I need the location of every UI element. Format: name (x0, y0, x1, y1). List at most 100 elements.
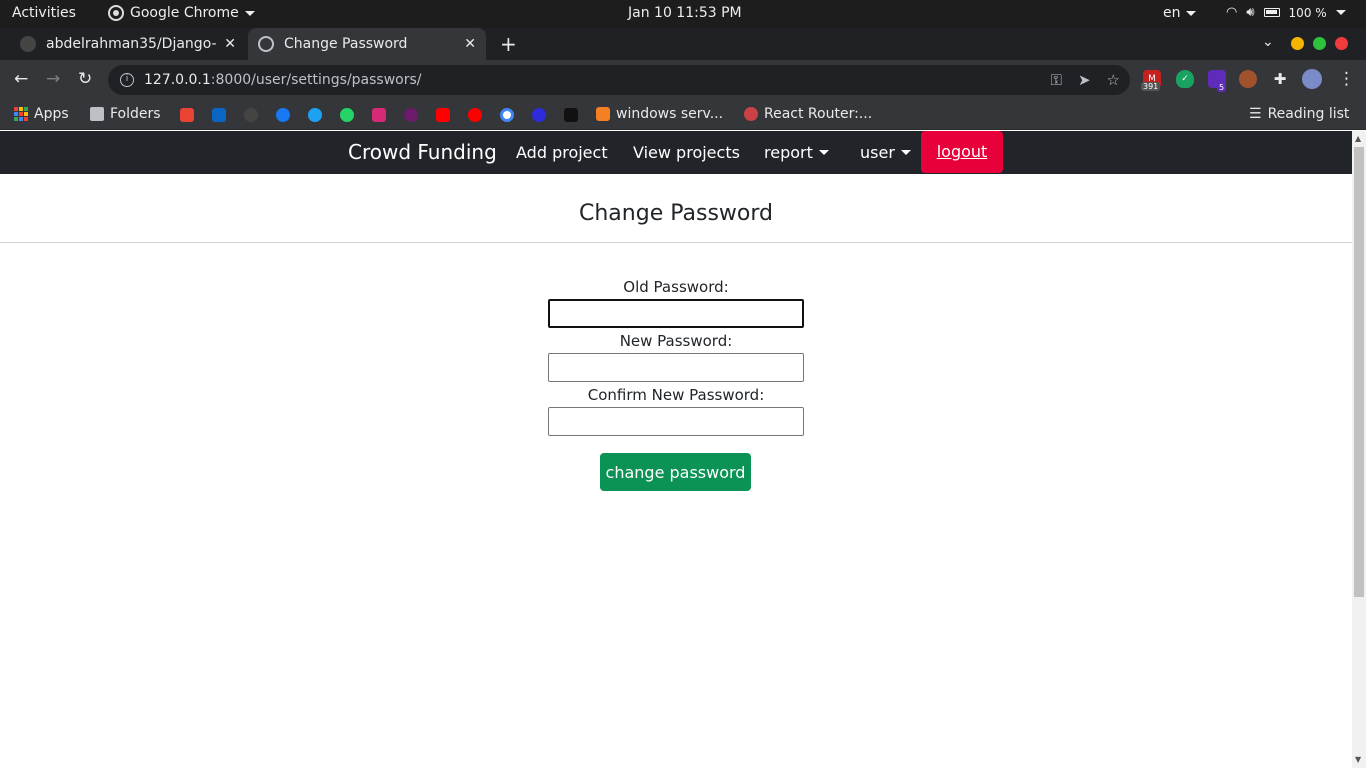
scroll-up-icon[interactable]: ▲ (1355, 134, 1361, 143)
bookmark-purple-icon[interactable] (404, 108, 418, 122)
minimize-button[interactable] (1291, 37, 1304, 50)
reload-icon[interactable]: ↻ (78, 69, 92, 89)
language-selector[interactable]: en (1163, 5, 1196, 21)
send-icon[interactable]: ➤ (1078, 71, 1091, 89)
tab-title: abdelrahman35/Django-p (46, 36, 217, 52)
chevron-down-icon (1335, 10, 1346, 15)
old-password-field[interactable] (548, 299, 804, 328)
page-scrollbar[interactable]: ▲ ▼ (1352, 131, 1366, 768)
youtube-icon[interactable] (436, 108, 450, 122)
c-icon[interactable] (532, 108, 546, 122)
nav-report-dropdown[interactable]: report (764, 143, 829, 162)
activities-button[interactable]: Activities (12, 5, 76, 21)
chevron-down-icon (244, 10, 255, 16)
back-icon[interactable]: ← (14, 69, 28, 89)
new-password-field[interactable] (548, 353, 804, 382)
chrome-icon (108, 5, 124, 21)
close-icon[interactable]: ✕ (224, 36, 236, 52)
brand-link[interactable]: Crowd Funding (348, 140, 497, 164)
nav-view-projects[interactable]: View projects (633, 143, 740, 162)
menu-icon[interactable]: ⋮ (1338, 69, 1355, 89)
battery-icon (1263, 8, 1280, 17)
bookmark-label: React Router:... (764, 106, 873, 122)
tab-title: Change Password (284, 36, 408, 52)
logout-button[interactable]: logout (921, 131, 1003, 173)
confirm-password-label: Confirm New Password: (587, 386, 765, 404)
google-icon[interactable] (500, 108, 514, 122)
react-router-icon (744, 107, 758, 121)
address-bar[interactable]: i 127.0.0.1 :8000/user/settings/passwors… (108, 65, 1130, 95)
bookmark-windows-serv[interactable]: windows serv... (596, 106, 723, 122)
app-menu[interactable]: Google Chrome (108, 5, 255, 21)
wifi-icon: ◠ (1226, 5, 1238, 20)
nav-label: View projects (633, 143, 740, 162)
reading-list[interactable]: ☰ Reading list (1249, 106, 1349, 122)
bookmark-label: windows serv... (616, 106, 724, 122)
scrollbar-thumb[interactable] (1354, 147, 1364, 597)
reading-list-label: Reading list (1267, 106, 1350, 122)
volume-icon: 🔊︎ (1246, 5, 1255, 20)
divider (0, 242, 1352, 243)
instagram-icon[interactable] (372, 108, 386, 122)
tab-search-icon[interactable]: ⌄ (1262, 34, 1274, 50)
app-name: Google Chrome (130, 5, 239, 21)
key-icon[interactable]: ⚿ (1051, 71, 1062, 89)
whatsapp-icon[interactable] (340, 108, 354, 122)
puzzle-icon[interactable]: ✚ (1271, 70, 1289, 88)
shield-icon[interactable]: ✓ (1176, 70, 1194, 88)
globe-icon (258, 36, 274, 52)
nav-label: Add project (516, 143, 608, 162)
linkedin-icon[interactable] (212, 108, 226, 122)
facebook-icon[interactable] (276, 108, 290, 122)
cowboy-icon[interactable] (1239, 70, 1257, 88)
github-icon[interactable] (244, 108, 258, 122)
chevron-down-icon (900, 150, 911, 155)
bookmark-folders[interactable]: Folders (90, 106, 161, 122)
info-icon[interactable]: i (120, 73, 134, 87)
web-page: Crowd Funding Add project View projects … (0, 131, 1352, 768)
chevron-down-icon (818, 150, 829, 155)
new-tab-icon[interactable]: + (500, 32, 517, 56)
language-label: en (1163, 5, 1181, 21)
bookmarks-bar: Apps Folders windows serv... React Route… (0, 100, 1366, 130)
bookmark-apps[interactable]: Apps (14, 106, 69, 122)
change-password-button[interactable]: change password (600, 453, 751, 491)
url-host: 127.0.0.1 (144, 72, 211, 88)
star-icon[interactable]: ☆ (1107, 71, 1120, 89)
maximize-button[interactable] (1313, 37, 1326, 50)
bookmark-react-router[interactable]: React Router:... (744, 106, 872, 122)
bookmark-label: Apps (34, 106, 69, 122)
forward-icon[interactable]: → (46, 69, 60, 89)
youtube-music-icon[interactable] (468, 108, 482, 122)
close-window-button[interactable] (1335, 37, 1348, 50)
old-password-label: Old Password: (623, 278, 729, 296)
apps-icon (14, 107, 28, 121)
system-tray[interactable]: ◠ 🔊︎ 100 % (1226, 5, 1346, 20)
tab-strip: abdelrahman35/Django-p ✕ Change Password… (0, 28, 1366, 60)
nav-add-project[interactable]: Add project (516, 143, 608, 162)
tab-github[interactable]: abdelrahman35/Django-p ✕ (10, 28, 246, 60)
gmail-icon[interactable] (180, 108, 194, 122)
x-icon[interactable] (564, 108, 578, 122)
scroll-down-icon[interactable]: ▼ (1355, 755, 1361, 764)
tab-change-password[interactable]: Change Password ✕ (248, 28, 486, 60)
github-icon (20, 36, 36, 52)
nav-user-dropdown[interactable]: user (860, 143, 911, 162)
confirm-password-field[interactable] (548, 407, 804, 436)
site-navbar: Crowd Funding Add project View projects … (0, 131, 1352, 174)
extension-badge: 5 (1217, 83, 1227, 92)
url-path: :8000/user/settings/passwors/ (210, 72, 422, 88)
clock[interactable]: Jan 10 11:53 PM (628, 5, 742, 21)
close-icon[interactable]: ✕ (464, 36, 476, 52)
bookmark-label: Folders (110, 106, 161, 122)
page-title: Change Password (579, 201, 773, 226)
twitter-icon[interactable] (308, 108, 322, 122)
stackoverflow-icon (596, 107, 610, 121)
browser-toolbar: ← → ↻ i 127.0.0.1 :8000/user/settings/pa… (0, 60, 1366, 100)
reading-list-icon: ☰ (1249, 106, 1262, 122)
nav-label: user (860, 143, 895, 162)
gmail-badge: 391 (1141, 82, 1161, 91)
avatar[interactable] (1302, 69, 1322, 89)
new-password-label: New Password: (619, 332, 733, 350)
nav-label: report (764, 143, 813, 162)
